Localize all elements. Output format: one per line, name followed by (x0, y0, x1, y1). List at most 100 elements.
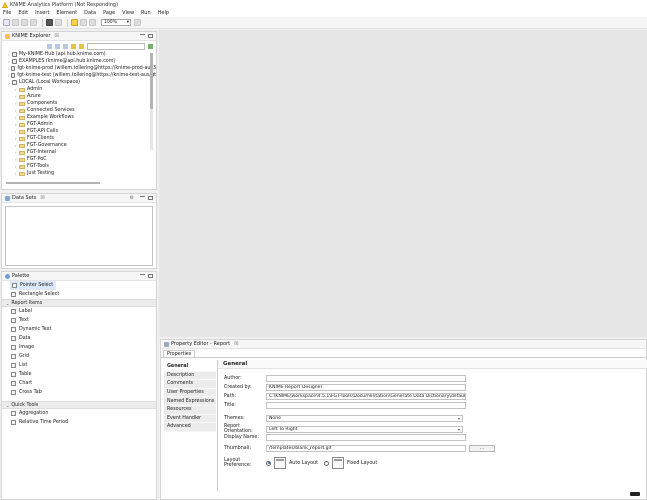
side-event-handler[interactable]: Event Handler (164, 414, 216, 424)
tree-mount-local[interactable]: ⌄ LOCAL (Local Workspace) (8, 79, 156, 86)
maximize-icon[interactable] (148, 34, 153, 38)
tree-folder[interactable]: › FGT-Admin (15, 121, 156, 128)
run-report-icon[interactable] (46, 19, 53, 26)
resize-grip-icon[interactable] (630, 492, 640, 496)
pin-icon[interactable] (134, 19, 141, 26)
side-general[interactable]: General (164, 363, 216, 372)
menu-element[interactable]: Element (56, 10, 77, 16)
side-resources[interactable]: Resources (164, 405, 216, 415)
palette-item-label[interactable]: Label (2, 307, 156, 316)
close-icon[interactable]: ☒ (234, 341, 238, 347)
menu-help[interactable]: Help (158, 10, 169, 16)
maximize-icon[interactable] (148, 274, 153, 278)
palette-item-image[interactable]: Image (2, 343, 156, 352)
palette-item-aggregation[interactable]: Aggregation (2, 409, 156, 418)
title-field[interactable] (266, 402, 466, 409)
link-icon[interactable] (63, 43, 68, 49)
browse-thumbnail-button[interactable]: ... (469, 445, 495, 452)
tree-folder[interactable]: › FGT-Internal (15, 149, 156, 156)
orientation-value: Left To Right (269, 426, 298, 432)
refresh-icon[interactable] (148, 43, 153, 49)
palette-item-relative-time-period[interactable]: Relative Time Period (2, 418, 156, 427)
tree-folder[interactable]: › Connected Services (15, 107, 156, 114)
menu-run[interactable]: Run (141, 10, 151, 16)
menu-page[interactable]: Page (103, 10, 115, 16)
tree-folder[interactable]: › Example Workflows (15, 114, 156, 121)
created-by-field[interactable]: KNIME Report Designer (266, 384, 466, 391)
menu-data[interactable]: Data (84, 10, 96, 16)
path-label: Path: (224, 394, 237, 399)
report-items-group[interactable]: ⌄ Report Items (2, 299, 156, 307)
menu-view[interactable]: View (122, 10, 134, 16)
print-icon[interactable] (30, 19, 37, 26)
pointer-select-tool[interactable]: Pointer Select (10, 281, 56, 290)
tree-mount-examples[interactable]: › EXAMPLES (knime@api.hub.knime.com) (8, 58, 156, 65)
palette-item-table[interactable]: Table (2, 370, 156, 379)
expand-icon[interactable] (55, 43, 60, 49)
side-user-properties[interactable]: User Properties (164, 388, 216, 398)
palette-item-list[interactable]: List (2, 361, 156, 370)
menu-edit[interactable]: Edit (18, 10, 28, 16)
explorer-vertical-scrollbar[interactable] (150, 53, 153, 150)
themes-select[interactable]: None ▾ (266, 415, 463, 422)
auto-layout-radio[interactable] (266, 460, 271, 466)
close-icon[interactable]: ☒ (40, 195, 44, 201)
fixed-layout-radio[interactable] (323, 460, 329, 466)
tree-folder[interactable]: › FGT-Tools (15, 163, 156, 170)
tree-mount-test[interactable]: › fgt-knime-test (willem.tollering@https:… (8, 72, 156, 79)
new-icon[interactable] (3, 19, 10, 26)
side-named-expressions[interactable]: Named Expressions (164, 397, 216, 406)
minimize-icon[interactable] (140, 196, 145, 200)
menu-file[interactable]: File (3, 10, 11, 16)
orientation-select[interactable]: Left To Right ▾ (266, 425, 463, 433)
palette-item-chart[interactable]: Chart (2, 379, 156, 388)
side-comments[interactable]: Comments (164, 380, 216, 389)
palette-item-cross-tab[interactable]: Cross Tab (2, 388, 156, 397)
tree-mount-prod[interactable]: › fgt-knime-prod (willem.tollering@https:… (8, 65, 156, 72)
minimize-icon[interactable] (140, 274, 145, 278)
section-heading: General (218, 360, 647, 369)
minimize-icon[interactable] (140, 34, 145, 38)
configure-icon[interactable] (79, 43, 84, 49)
tree-mount-hub[interactable]: › My-KNIME-Hub (api.hub.knime.com) (8, 51, 156, 58)
palette-item-data[interactable]: Data (2, 334, 156, 343)
data-sets-panel: Data Sets ☒ ⚙ (1, 193, 157, 269)
tree-folder[interactable]: › FGT-API Calls (15, 128, 156, 135)
tree-folder[interactable]: › FGT-Clients (15, 135, 156, 142)
collapse-all-icon[interactable] (47, 43, 52, 49)
tab-properties[interactable]: Properties (163, 350, 196, 357)
maximize-icon[interactable] (148, 196, 153, 200)
filter-icon[interactable] (71, 43, 76, 49)
tree-folder[interactable]: › Components (15, 100, 156, 107)
thumbnail-field[interactable]: /templates/blank_report.gif (266, 445, 466, 452)
palette-item-grid[interactable]: Grid (2, 352, 156, 361)
tree-folder[interactable]: › FGT-PoC (15, 156, 156, 163)
path-field[interactable]: C:\KNIME\workspace\4.5.1\FGT-Tools\Docum… (266, 393, 466, 400)
close-icon[interactable]: ☒ (54, 33, 58, 39)
author-field[interactable] (266, 375, 466, 382)
scrollbar-thumb[interactable] (150, 53, 153, 109)
side-advanced[interactable]: Advanced (164, 423, 216, 432)
quick-tools-group[interactable]: ⌄ Quick Tools (2, 401, 156, 409)
view-menu-icon[interactable]: ⚙ (130, 195, 134, 201)
explorer-search-input[interactable] (87, 42, 145, 50)
save-icon[interactable] (12, 19, 19, 26)
editor-area[interactable] (159, 30, 647, 337)
menu-insert[interactable]: Insert (35, 10, 49, 16)
warning-tool-icon[interactable] (71, 19, 78, 26)
tree-folder[interactable]: › Azure (15, 93, 156, 100)
display-name-field[interactable] (266, 434, 466, 441)
redo-icon[interactable] (89, 19, 96, 26)
save-all-icon[interactable] (21, 19, 28, 26)
tree-folder[interactable]: › FGT-Governance (15, 142, 156, 149)
palette-item-text[interactable]: Text (2, 316, 156, 325)
rectangle-select-tool[interactable]: Rectangle Select (2, 290, 156, 299)
undo-icon[interactable] (80, 19, 87, 26)
tree-folder[interactable]: › Admin (15, 86, 156, 93)
explorer-horizontal-scrollbar[interactable] (6, 182, 100, 184)
side-description[interactable]: Description (164, 371, 216, 381)
dropdown-icon[interactable] (55, 19, 62, 26)
zoom-combo[interactable]: 100% ▾ (101, 19, 131, 26)
palette-item-dynamic-text[interactable]: Dynamic Text (2, 325, 156, 334)
tree-folder[interactable]: › Just Testing (15, 170, 156, 177)
